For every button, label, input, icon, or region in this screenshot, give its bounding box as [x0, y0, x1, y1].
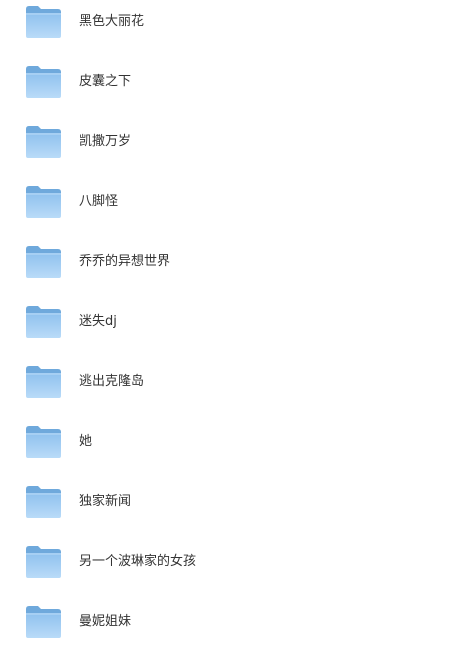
folder-item[interactable]: 皮囊之下 — [0, 64, 468, 124]
folder-name: 黑色大丽花 — [79, 14, 145, 29]
folder-name: 独家新闻 — [79, 494, 132, 509]
folder-item[interactable]: 独家新闻 — [0, 484, 468, 544]
folder-name: 皮囊之下 — [79, 74, 132, 89]
folder-icon — [25, 65, 62, 99]
folder-icon — [25, 5, 62, 39]
folder-item[interactable]: 八脚怪 — [0, 184, 468, 244]
folder-name: 另一个波琳家的女孩 — [79, 554, 197, 569]
folder-item[interactable]: 她 — [0, 424, 468, 484]
folder-name: 逃出克隆岛 — [79, 374, 145, 389]
folder-item[interactable]: 迷失dj — [0, 304, 468, 364]
folder-list: 黑色大丽花 皮囊之下 凯撒万岁 八脚怪 乔乔的异想世界 迷失dj 逃出克隆岛 她… — [0, 0, 468, 650]
folder-icon — [25, 185, 62, 219]
folder-icon — [25, 485, 62, 519]
folder-item[interactable]: 逃出克隆岛 — [0, 364, 468, 424]
folder-item[interactable]: 曼妮姐妹 — [0, 604, 468, 664]
folder-item[interactable]: 乔乔的异想世界 — [0, 244, 468, 304]
folder-item[interactable]: 凯撒万岁 — [0, 124, 468, 184]
folder-name: 迷失dj — [79, 314, 117, 329]
folder-item[interactable]: 黑色大丽花 — [0, 4, 468, 64]
folder-item[interactable]: 另一个波琳家的女孩 — [0, 544, 468, 604]
folder-icon — [25, 425, 62, 459]
folder-icon — [25, 125, 62, 159]
folder-name: 乔乔的异想世界 — [79, 254, 171, 269]
folder-icon — [25, 545, 62, 579]
folder-name: 曼妮姐妹 — [79, 614, 132, 629]
folder-icon — [25, 365, 62, 399]
folder-name: 八脚怪 — [79, 194, 119, 209]
folder-icon — [25, 245, 62, 279]
folder-name: 她 — [79, 434, 93, 449]
folder-name: 凯撒万岁 — [79, 134, 132, 149]
folder-icon — [25, 605, 62, 639]
folder-icon — [25, 305, 62, 339]
